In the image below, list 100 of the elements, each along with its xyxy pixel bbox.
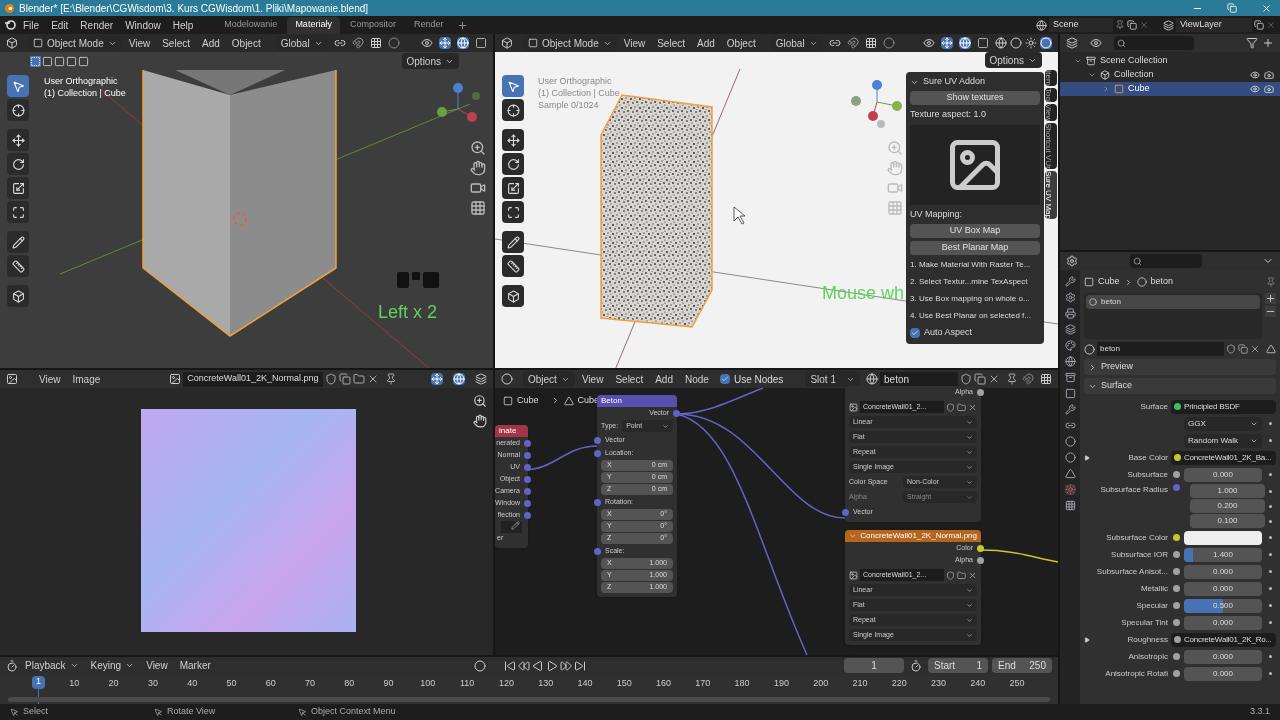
options-dropdown[interactable]: Options [401, 53, 459, 69]
start-frame-field[interactable]: Start 1 [928, 658, 988, 674]
menu-item[interactable]: Edit [46, 17, 74, 33]
frame-tick-label: 60 [265, 676, 276, 690]
instruction-text: 2. Select Textur...mine TexAspect [910, 276, 1029, 288]
viewport-info-text: (1) Collection | Cube [44, 87, 126, 99]
breadcrumb-item: Cube [1098, 275, 1120, 289]
node-header[interactable]: inate [495, 425, 528, 437]
dropdown-field[interactable]: GGX [1184, 416, 1262, 431]
menu-item[interactable]: View [618, 35, 651, 51]
outliner-item-label: Collection [1114, 68, 1154, 82]
number-field[interactable]: 0.000 [1184, 615, 1262, 630]
node-header[interactable]: ConcreteWall01_2K_Normal.png [845, 530, 981, 542]
menu-item[interactable]: Select [157, 35, 195, 51]
mapping-button[interactable]: Best Planar Map [910, 241, 1040, 255]
sidebar-tab[interactable]: Sure UV Map [1045, 171, 1057, 220]
number-field[interactable]: 0.100 [1190, 514, 1265, 528]
menu-item[interactable]: Select [610, 371, 649, 387]
image-name-field[interactable]: ConcreteWall01_2K_Normal.png [183, 371, 323, 387]
frame-tick-label: 170 [695, 676, 711, 690]
sidebar-tab[interactable]: Shortcut VUr [1045, 123, 1057, 170]
workspace-tab[interactable]: Compositor [341, 16, 404, 34]
workspace-tab[interactable]: Modelowanie [216, 16, 286, 34]
menu-item[interactable]: View [34, 371, 66, 387]
menu-item[interactable]: Object [721, 35, 761, 51]
number-field[interactable]: 0.000 [1184, 649, 1262, 664]
menu-item[interactable]: Object [226, 35, 266, 51]
menu-item[interactable]: Select [652, 35, 690, 51]
linked-input-field[interactable]: ConcreteWall01_2K_Ro... [1171, 632, 1276, 647]
frame-tick-label: 200 [813, 676, 829, 690]
menu-item[interactable]: Help [167, 17, 199, 33]
number-field[interactable]: 0.000 [1184, 581, 1262, 596]
frame-tick-label: 190 [773, 676, 789, 690]
current-frame-field[interactable]: 1 [844, 658, 904, 674]
frame-tick-label: 240 [970, 676, 986, 690]
menu-item[interactable]: Window [120, 17, 166, 33]
menu-item[interactable]: View [141, 657, 173, 674]
frame-tick-label: 130 [538, 676, 554, 690]
property-label: Subsurface [1127, 468, 1168, 481]
menu-item[interactable]: Render [75, 17, 119, 33]
workspace-tab[interactable]: Materiały [287, 16, 340, 34]
node-header[interactable]: Beton [597, 395, 677, 407]
number-field[interactable]: 0.000 [1184, 564, 1262, 579]
scene-field[interactable]: Scene [1049, 18, 1113, 32]
menu-item[interactable]: Node [680, 371, 714, 387]
dropdown-field[interactable]: Random Walk [1184, 433, 1262, 448]
number-field[interactable]: 1.000 [1190, 484, 1265, 498]
auto-aspect-checkbox[interactable]: Auto Aspect [910, 326, 1040, 340]
menu-item[interactable]: Marker [174, 657, 216, 674]
material-name-field[interactable]: beton [880, 371, 958, 387]
outliner-row[interactable]: Cube [1060, 82, 1280, 96]
slot-dropdown[interactable]: Slot 1 [805, 371, 861, 387]
options-dropdown[interactable]: Options [984, 52, 1042, 68]
panel-header[interactable]: Sure UV Addon [910, 76, 1040, 88]
breadcrumb-item: Cube [517, 394, 539, 407]
menu-dropdown[interactable]: Keying [85, 657, 140, 674]
number-slider[interactable]: 1.400 [1184, 547, 1262, 562]
panel-header[interactable]: Surface [1084, 378, 1276, 394]
panel-header[interactable]: Preview [1084, 359, 1276, 375]
sidebar-tab[interactable]: View [1045, 104, 1057, 122]
sidebar-tab[interactable]: Tool [1045, 87, 1057, 103]
menu-item[interactable]: Add [650, 371, 678, 387]
playhead[interactable]: 1 [32, 675, 45, 689]
number-field[interactable]: 0.000 [1184, 666, 1262, 681]
sidebar-tab[interactable]: Item [1045, 70, 1057, 86]
instruction-text: 1. Make Material With Raster Te... [910, 259, 1032, 271]
outliner-row[interactable]: Collection [1060, 68, 1280, 82]
property-label: Specular Tint [1121, 616, 1168, 629]
instruction-text: 3. Use Box mapping on whole o... [910, 293, 1031, 305]
workspace-tab[interactable]: Render [405, 16, 452, 34]
view-layer-field[interactable]: ViewLayer [1176, 18, 1252, 32]
show-textures-button[interactable]: Show textures [910, 91, 1040, 105]
menu-item[interactable]: View [576, 371, 609, 387]
property-label: Metallic [1140, 582, 1168, 595]
menu-item[interactable]: Add [692, 35, 720, 51]
outliner-row[interactable]: Scene Collection [1060, 54, 1280, 68]
number-slider[interactable]: 0.500 [1184, 598, 1262, 613]
linked-input-field[interactable]: ConcreteWall01_2K_Ba... [1171, 450, 1276, 465]
linked-input-field[interactable]: Principled BSDF [1171, 399, 1276, 414]
material-name-field[interactable]: beton [1097, 342, 1224, 356]
key-hint-text: Mouse wh [821, 282, 904, 305]
frame-tick-label: 20 [108, 676, 119, 690]
mapping-button[interactable]: UV Box Map [910, 224, 1040, 238]
end-frame-field[interactable]: End 250 [992, 658, 1052, 674]
frame-tick-label: 120 [498, 676, 514, 690]
property-label: Subsurface Anisot... [1096, 565, 1168, 578]
number-field[interactable]: 0.200 [1190, 499, 1265, 513]
number-field[interactable]: 0.000 [1184, 467, 1262, 482]
material-slot[interactable]: beton [1086, 295, 1260, 309]
uv-mapping-label: UV Mapping: [910, 207, 964, 221]
menu-item[interactable]: View [123, 35, 156, 51]
menu-item[interactable]: Add [197, 35, 225, 51]
menu-dropdown[interactable]: Playback [20, 657, 84, 674]
menu-item[interactable]: Image [67, 371, 106, 387]
shader-type-dropdown[interactable]: Object [523, 371, 575, 387]
menu-item[interactable]: File [18, 17, 45, 33]
use-nodes-checkbox[interactable]: Use Nodes [719, 371, 784, 387]
frame-tick-label: 50 [226, 676, 237, 690]
frame-tick-label: 230 [931, 676, 946, 690]
window-title: Blender* [E:\Blender\CGWisdom\3. Kurs CGWisdom\1. Pliki\Mapowanie.blend] [19, 1, 369, 16]
